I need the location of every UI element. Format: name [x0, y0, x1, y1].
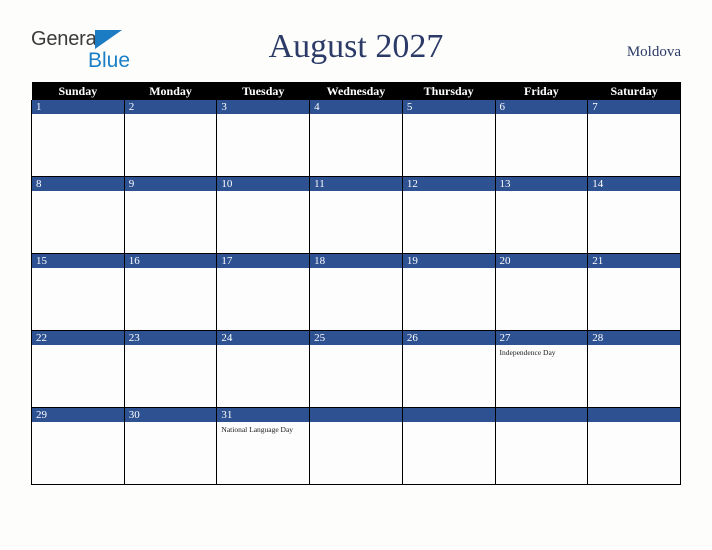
day-number: 6 [495, 100, 588, 114]
day-number: 28 [588, 331, 680, 345]
calendar-day-cell[interactable]: 5 [401, 100, 496, 177]
day-events: Independence Day [496, 345, 588, 358]
calendar-grid: Sunday Monday Tuesday Wednesday Thursday Frid… [31, 82, 681, 485]
day-number: 2 [124, 100, 217, 114]
calendar-day-cell[interactable]: 1 [31, 100, 125, 177]
day-number [588, 408, 680, 422]
calendar-week-row: 15 16 17 18 19 20 21 [31, 253, 681, 331]
calendar-day-cell[interactable]: 6 [494, 100, 589, 177]
day-number: 15 [32, 254, 124, 268]
day-number: 18 [310, 254, 402, 268]
day-number: 5 [402, 100, 495, 114]
calendar-page: General Blue August 2027 Moldova Sunday M… [0, 0, 712, 550]
calendar-day-cell[interactable]: 31 National Language Day [216, 407, 311, 485]
day-number: 21 [588, 254, 680, 268]
day-number: 14 [588, 177, 680, 191]
day-number: 30 [124, 408, 217, 422]
calendar-day-cell[interactable] [587, 407, 681, 485]
holiday-label: Independence Day [499, 348, 556, 357]
day-events: National Language Day [217, 422, 309, 435]
weekday-header-wednesday: Wednesday [309, 82, 403, 100]
page-title: August 2027 [268, 28, 444, 65]
calendar-day-cell[interactable]: 8 [31, 176, 125, 254]
calendar-day-cell[interactable]: 28 [587, 330, 681, 408]
weekday-header-row: Sunday Monday Tuesday Wednesday Thursday Frid… [31, 82, 681, 100]
day-number: 27 [495, 331, 588, 345]
calendar-day-cell[interactable]: 19 [401, 253, 496, 331]
calendar-day-cell[interactable]: 21 [587, 253, 681, 331]
day-number: 24 [217, 331, 310, 345]
calendar-day-cell[interactable]: 14 [587, 176, 681, 254]
day-number: 22 [32, 331, 124, 345]
day-number [495, 408, 588, 422]
day-number: 7 [588, 100, 680, 114]
day-number: 9 [124, 177, 217, 191]
weekday-header-tuesday: Tuesday [216, 82, 310, 100]
weekday-header-thursday: Thursday [402, 82, 496, 100]
day-number: 4 [310, 100, 402, 114]
calendar-week-row: 29 30 31 National Language Day [31, 407, 681, 485]
calendar-day-cell[interactable]: 12 [401, 176, 496, 254]
calendar-body: 1 2 3 4 5 6 7 8 9 10 11 12 13 14 15 16 17 18 19 20 21 22 23 24 2… [31, 100, 681, 485]
calendar-day-cell[interactable] [309, 407, 403, 485]
calendar-day-cell[interactable]: 15 [31, 253, 125, 331]
calendar-day-cell[interactable]: 18 [309, 253, 403, 331]
calendar-day-cell[interactable]: 11 [309, 176, 403, 254]
calendar-day-cell[interactable]: 22 [31, 330, 125, 408]
weekday-header-friday: Friday [495, 82, 588, 100]
calendar-day-cell[interactable]: 23 [123, 330, 218, 408]
calendar-day-cell[interactable]: 17 [216, 253, 311, 331]
day-number: 8 [32, 177, 124, 191]
calendar-day-cell[interactable]: 16 [123, 253, 218, 331]
day-number: 17 [217, 254, 310, 268]
day-number: 3 [217, 100, 310, 114]
weekday-header-monday: Monday [124, 82, 217, 100]
calendar-week-row: 8 9 10 11 12 13 14 [31, 176, 681, 254]
calendar-day-cell[interactable]: 20 [494, 253, 589, 331]
day-number: 13 [495, 177, 588, 191]
calendar-day-cell[interactable] [494, 407, 589, 485]
day-number: 16 [124, 254, 217, 268]
day-number: 19 [402, 254, 495, 268]
day-number: 1 [32, 100, 124, 114]
day-number: 12 [402, 177, 495, 191]
day-number: 26 [402, 331, 495, 345]
day-number: 29 [32, 408, 124, 422]
calendar-day-cell[interactable]: 2 [123, 100, 218, 177]
calendar-day-cell[interactable]: 4 [309, 100, 403, 177]
calendar-week-row: 1234567 [31, 100, 681, 177]
page-header: General Blue August 2027 Moldova [31, 24, 681, 76]
holiday-label: National Language Day [221, 425, 294, 434]
day-number: 11 [310, 177, 402, 191]
day-number: 25 [310, 331, 402, 345]
calendar-day-cell[interactable]: 13 [494, 176, 589, 254]
weekday-header-sunday: Sunday [31, 82, 125, 100]
calendar-day-cell[interactable]: 7 [587, 100, 681, 177]
day-number: 10 [217, 177, 310, 191]
day-number [310, 408, 402, 422]
region-label: Moldova [626, 44, 681, 60]
day-number: 20 [495, 254, 588, 268]
calendar-week-row: 22 23 24 25 26 27 Independence Day 28 [31, 330, 681, 408]
calendar-day-cell[interactable]: 29 [31, 407, 125, 485]
calendar-day-cell[interactable]: 10 [216, 176, 311, 254]
day-number [402, 408, 495, 422]
day-number: 23 [124, 331, 217, 345]
calendar-day-cell[interactable]: 25 [309, 330, 403, 408]
calendar-day-cell[interactable]: 3 [216, 100, 311, 177]
calendar-day-cell[interactable]: 26 [401, 330, 496, 408]
weekday-header-saturday: Saturday [587, 82, 681, 100]
calendar-day-cell[interactable]: 9 [123, 176, 218, 254]
calendar-day-cell[interactable] [401, 407, 496, 485]
day-number: 31 [217, 408, 310, 422]
calendar-day-cell[interactable]: 27 Independence Day [494, 330, 589, 408]
calendar-day-cell[interactable]: 24 [216, 330, 311, 408]
calendar-day-cell[interactable]: 30 [123, 407, 218, 485]
